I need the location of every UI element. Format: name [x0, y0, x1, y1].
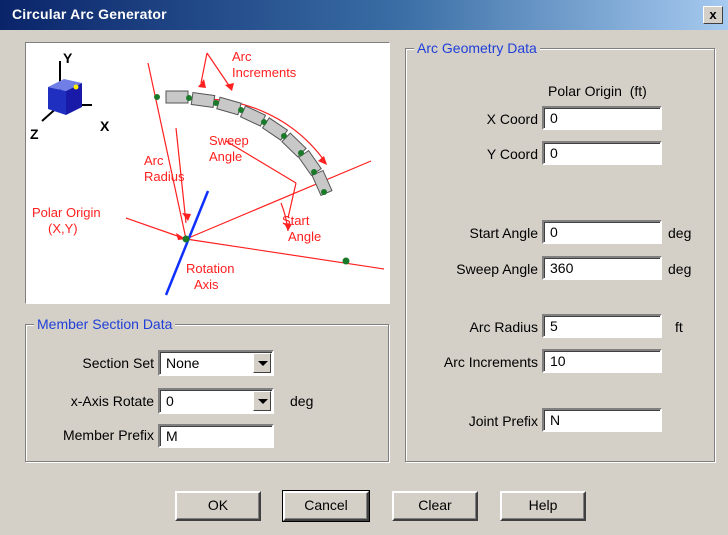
arc-diagram: Y X Z Arc Increments Sweep Angle Arc Rad…: [25, 42, 390, 304]
arc-radius-label-2: Radius: [144, 169, 185, 184]
section-set-label: Section Set: [82, 355, 154, 371]
window-title: Circular Arc Generator: [12, 6, 167, 22]
x-axis-rotate-select[interactable]: 0: [158, 388, 274, 414]
clear-button[interactable]: Clear: [392, 491, 478, 521]
arc-radius-label: Arc Radius: [469, 319, 538, 335]
start-angle-input[interactable]: 0: [542, 220, 662, 244]
sweep-angle-unit: deg: [668, 261, 692, 277]
start-angle-label-2: Angle: [288, 229, 321, 244]
section-set-value: None: [166, 355, 200, 371]
chevron-down-icon: [258, 361, 268, 366]
axis-y-label: Y: [63, 50, 73, 66]
x-coord-input[interactable]: 0: [542, 106, 662, 130]
x-axis-rotate-dropdown-button[interactable]: [253, 391, 271, 411]
chevron-down-icon: [258, 399, 268, 404]
polar-origin-label-2: (X,Y): [48, 221, 78, 236]
arc-radius-unit: ft: [675, 319, 683, 335]
rotation-axis-label-2: Axis: [194, 277, 219, 292]
start-angle-label-1: Start: [282, 213, 310, 228]
start-angle-label: Start Angle: [469, 225, 539, 241]
member-prefix-label: Member Prefix: [62, 427, 154, 443]
help-button[interactable]: Help: [500, 491, 586, 521]
sweep-angle-label-2: Angle: [209, 149, 242, 164]
axis-z-label: Z: [30, 126, 39, 142]
arc-increments-label-1: Arc: [232, 49, 252, 64]
section-set-select[interactable]: None: [158, 350, 274, 376]
sweep-angle-input[interactable]: 360: [542, 256, 662, 280]
x-axis-rotate-label: x-Axis Rotate: [70, 393, 154, 409]
dialog-window: Circular Arc Generator x Y X Z Arc Incre…: [0, 0, 728, 535]
member-prefix-input[interactable]: M: [158, 424, 274, 448]
x-coord-label: X Coord: [486, 111, 538, 127]
arc-increments-label: Arc Increments: [443, 354, 538, 370]
arc-radius-input[interactable]: 5: [542, 314, 662, 338]
sweep-angle-label: Sweep Angle: [456, 261, 538, 277]
polar-origin-header: Polar Origin (ft): [548, 83, 647, 99]
x-axis-rotate-value: 0: [166, 393, 174, 409]
x-axis-rotate-unit: deg: [290, 393, 314, 409]
polar-origin-label-1: Polar Origin: [32, 205, 101, 220]
y-coord-input[interactable]: 0: [542, 141, 662, 165]
sweep-angle-label-1: Sweep: [209, 133, 249, 148]
start-angle-unit: deg: [668, 225, 692, 241]
arc-geometry-title: Arc Geometry Data: [414, 40, 540, 56]
y-coord-label: Y Coord: [486, 146, 538, 162]
close-button[interactable]: x: [703, 6, 723, 24]
joint-prefix-label: Joint Prefix: [468, 413, 538, 429]
axes-cube-icon: Y X Z: [30, 50, 110, 142]
ok-button[interactable]: OK: [175, 491, 261, 521]
arc-increments-label-2: Increments: [232, 65, 297, 80]
title-bar[interactable]: Circular Arc Generator x: [0, 0, 728, 30]
member-section-title: Member Section Data: [34, 316, 176, 332]
joint-prefix-input[interactable]: N: [542, 408, 662, 432]
cancel-button[interactable]: Cancel: [282, 490, 370, 522]
axis-x-label: X: [100, 118, 110, 134]
arc-radius-label-1: Arc: [144, 153, 164, 168]
rotation-axis-label-1: Rotation: [186, 261, 234, 276]
section-set-dropdown-button[interactable]: [253, 353, 271, 373]
arc-increments-input[interactable]: 10: [542, 349, 662, 373]
